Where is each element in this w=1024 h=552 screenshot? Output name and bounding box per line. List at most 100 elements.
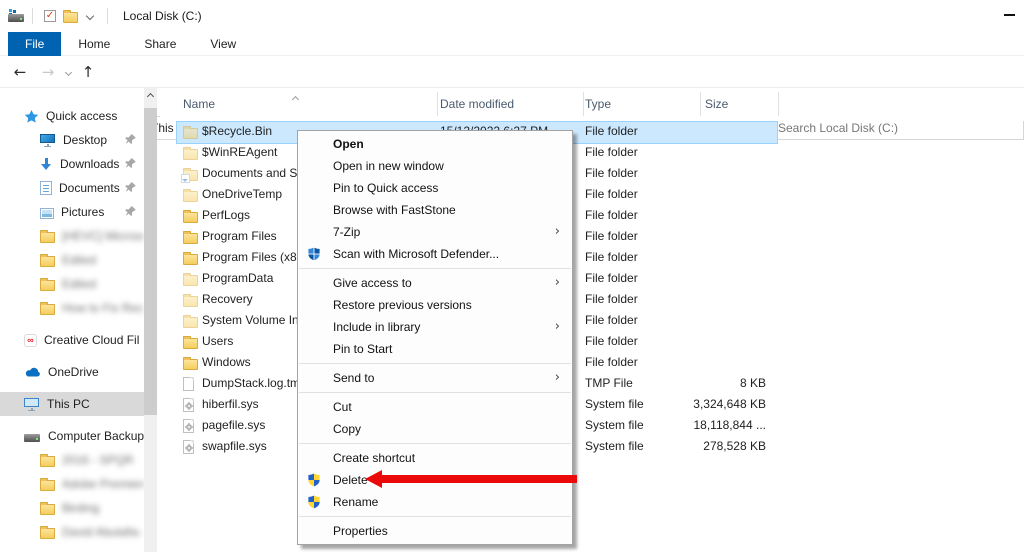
menu-item-pin-to-quick-access[interactable]: Pin to Quick access: [298, 177, 572, 199]
column-divider[interactable]: [700, 92, 701, 116]
sidebar-item-downloads[interactable]: Downloads: [0, 152, 144, 176]
tab-file[interactable]: File: [8, 32, 61, 56]
file-row-dumpstack-log-tmp[interactable]: DumpStack.log.tmp TMP File 8 KB: [160, 373, 1024, 394]
column-header-type[interactable]: Type: [585, 97, 611, 111]
file-size: [630, 205, 766, 226]
file-row-programdata[interactable]: ProgramData File folder: [160, 268, 1024, 289]
file-row-perflogs[interactable]: PerfLogs File folder: [160, 205, 1024, 226]
sidebar-item-creative-cloud-fil[interactable]: ∞ Creative Cloud Fil: [0, 328, 144, 352]
forward-button[interactable]: →: [36, 60, 60, 84]
file-row-hiberfil-sys[interactable]: hiberfil.sys System file 3,324,648 KB: [160, 394, 1024, 415]
chevron-down-icon: [86, 12, 94, 20]
sidebar-item-2016-spqr[interactable]: 2016 - SPQR: [0, 448, 144, 472]
menu-item-properties[interactable]: Properties: [298, 520, 572, 542]
sidebar-item-edited[interactable]: Edited: [0, 248, 144, 272]
title-bar: ✓ Local Disk (C:): [0, 0, 1024, 32]
up-button[interactable]: ↑: [76, 60, 100, 84]
file-row-system-volume-information[interactable]: System Volume Information File folder: [160, 310, 1024, 331]
submenu-arrow-icon: ›: [555, 221, 560, 243]
menu-item-copy[interactable]: Copy: [298, 418, 572, 440]
sidebar-item-documents[interactable]: Documents: [0, 176, 144, 200]
menu-item-pin-to-start[interactable]: Pin to Start: [298, 338, 572, 360]
file-size: 8 KB: [630, 373, 766, 394]
menu-item-label: Send to: [333, 371, 374, 385]
new-folder-quick-button[interactable]: [60, 5, 80, 27]
file-name: PerfLogs: [202, 205, 250, 226]
column-header-date-modified[interactable]: Date modified: [440, 97, 514, 111]
tab-view[interactable]: View: [193, 32, 253, 56]
file-row-windows[interactable]: Windows File folder: [160, 352, 1024, 373]
menu-item-create-shortcut[interactable]: Create shortcut: [298, 447, 572, 469]
file-row-swapfile-sys[interactable]: swapfile.sys System file 278,528 KB: [160, 436, 1024, 457]
sidebar-item-computer-backup[interactable]: Computer Backup: [0, 424, 144, 448]
menu-item-open[interactable]: Open: [298, 133, 572, 155]
sidebar-item-desktop[interactable]: Desktop: [0, 128, 144, 152]
scroll-up-button[interactable]: [144, 88, 157, 104]
file-row-winreagent[interactable]: $WinREAgent File folder: [160, 142, 1024, 163]
file-row-recovery[interactable]: Recovery File folder: [160, 289, 1024, 310]
menu-item-rename[interactable]: Rename: [298, 491, 572, 513]
menu-item-scan-with-microsoft-defender[interactable]: Scan with Microsoft Defender...: [298, 243, 572, 265]
menu-item-label: Delete: [333, 473, 368, 487]
drive-icon: [8, 9, 25, 23]
sidebar-item-quick-access[interactable]: Quick access: [0, 104, 144, 128]
file-row-program-files-x86[interactable]: Program Files (x86) File folder: [160, 247, 1024, 268]
menu-item-give-access-to[interactable]: Give access to ›: [298, 272, 572, 294]
file-size: [630, 247, 766, 268]
this-pc-icon: [24, 398, 40, 411]
documents-icon: [40, 181, 52, 195]
column-header-size[interactable]: Size: [705, 97, 728, 111]
navigation-bar: ← → ↑ This PCLocal Disk (C:): [0, 56, 1024, 88]
sidebar-item-label: [HEVC] Microsoft: [62, 229, 144, 243]
sidebar-item-onedrive[interactable]: OneDrive: [0, 360, 144, 384]
pin-icon: [125, 182, 136, 193]
tab-home[interactable]: Home: [61, 32, 127, 56]
column-divider[interactable]: [437, 92, 438, 116]
column-divider[interactable]: [583, 92, 584, 116]
customize-toolbar-button[interactable]: [80, 5, 100, 27]
file-name: swapfile.sys: [202, 436, 267, 457]
folder-icon: [40, 232, 55, 243]
file-size: [630, 226, 766, 247]
recent-locations-button[interactable]: [60, 60, 76, 84]
file-row-users[interactable]: Users File folder: [160, 331, 1024, 352]
pin-icon: [125, 158, 136, 169]
file-row-onedrivetemp[interactable]: OneDriveTemp File folder: [160, 184, 1024, 205]
scrollbar-thumb[interactable]: [144, 108, 157, 415]
sidebar-item-hevc-microsoft[interactable]: [HEVC] Microsoft: [0, 224, 144, 248]
menu-item-label: Include in library: [333, 320, 420, 334]
folder-icon: [40, 504, 55, 515]
file-name: hiberfil.sys: [202, 394, 259, 415]
file-row-documents-and-settings[interactable]: Documents and Settings File folder: [160, 163, 1024, 184]
file-row-pagefile-sys[interactable]: pagefile.sys System file 18,118,844 ...: [160, 415, 1024, 436]
minimize-button[interactable]: [1004, 14, 1015, 16]
sidebar-item-adobe-premiere[interactable]: Adobe Premiere: [0, 472, 144, 496]
sidebar-item-david-abulafia[interactable]: David Abulafia -: [0, 520, 144, 544]
sort-ascending-icon: [293, 91, 298, 105]
file-row-recycle-bin[interactable]: $Recycle.Bin 15/12/2022 6:27 PM File fol…: [160, 121, 1024, 142]
column-header-name[interactable]: Name: [183, 97, 215, 111]
column-divider[interactable]: [778, 92, 779, 116]
sidebar-item-this-pc[interactable]: This PC: [0, 392, 144, 416]
folder-icon: [183, 359, 198, 370]
file-row-program-files[interactable]: Program Files File folder: [160, 226, 1024, 247]
sidebar-item-how-to-fix-recy[interactable]: How to Fix Recy: [0, 296, 144, 320]
menu-item-browse-with-faststone[interactable]: Browse with FastStone: [298, 199, 572, 221]
sidebar-item-edited[interactable]: Edited: [0, 272, 144, 296]
menu-item-open-in-new-window[interactable]: Open in new window: [298, 155, 572, 177]
properties-quick-button[interactable]: ✓: [40, 5, 60, 27]
sidebar-item-pictures[interactable]: Pictures: [0, 200, 144, 224]
file-name: Program Files: [202, 226, 277, 247]
menu-item-send-to[interactable]: Send to ›: [298, 367, 572, 389]
menu-item-restore-previous-versions[interactable]: Restore previous versions: [298, 294, 572, 316]
tab-share[interactable]: Share: [127, 32, 193, 56]
menu-item-cut[interactable]: Cut: [298, 396, 572, 418]
back-button[interactable]: ←: [8, 60, 32, 84]
file-name: $Recycle.Bin: [202, 121, 272, 142]
hidden-folder-icon: [183, 275, 198, 286]
sidebar-item-birding[interactable]: Birding: [0, 496, 144, 520]
menu-item-include-in-library[interactable]: Include in library ›: [298, 316, 572, 338]
menu-separator: [299, 443, 571, 444]
menu-item-7-zip[interactable]: 7-Zip ›: [298, 221, 572, 243]
sidebar-scrollbar[interactable]: [144, 88, 157, 552]
